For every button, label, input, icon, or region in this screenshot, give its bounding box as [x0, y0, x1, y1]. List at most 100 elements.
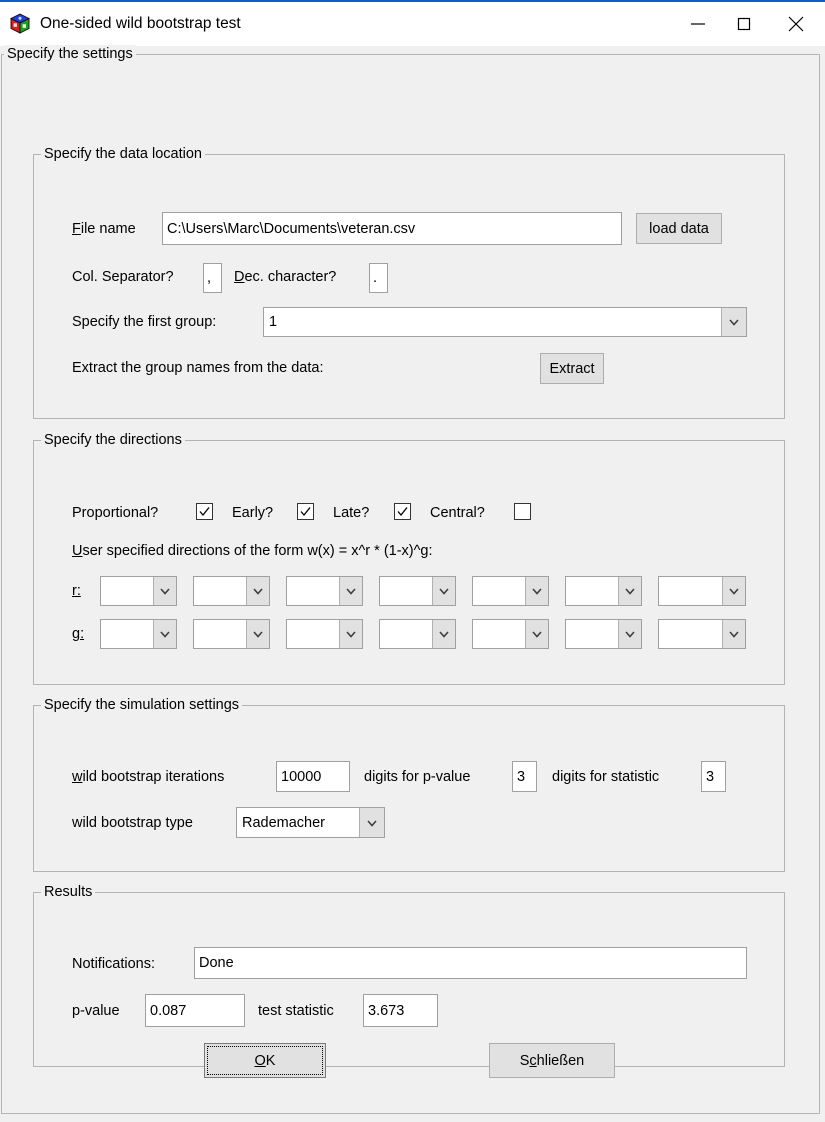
test-statistic-input[interactable]: 3.673 [363, 994, 438, 1027]
maximize-icon [737, 17, 751, 31]
proportional-checkbox[interactable] [196, 503, 213, 520]
load-data-button[interactable]: load data [636, 213, 722, 244]
test-statistic-value: 3.673 [368, 1002, 405, 1019]
rgb-cube-icon [9, 13, 31, 34]
g-value-6 [566, 620, 618, 648]
col-separator-value: , [207, 270, 212, 286]
dec-character-value: . [373, 270, 378, 286]
bootstrap-type-value: Rademacher [237, 808, 359, 837]
chevron-down-icon[interactable] [722, 620, 745, 648]
results-legend: Results [41, 883, 96, 901]
chevron-down-icon[interactable] [339, 620, 362, 648]
digits-pvalue-input[interactable]: 3 [512, 761, 537, 792]
chevron-down-icon[interactable] [153, 577, 176, 605]
extract-label: Extract the group names from the data: [72, 360, 324, 376]
row-r-label: r: [72, 583, 81, 599]
g-combobox-2[interactable] [193, 619, 270, 649]
test-statistic-label: test statistic [258, 1003, 334, 1019]
close-dialog-button[interactable]: Schließen [489, 1043, 615, 1078]
r-combobox-1[interactable] [100, 576, 177, 606]
g-combobox-6[interactable] [565, 619, 642, 649]
first-group-label: Specify the first group: [72, 314, 217, 330]
r-combobox-4[interactable] [379, 576, 456, 606]
bootstrap-type-combobox[interactable]: Rademacher [236, 807, 385, 838]
results-group: Results [33, 883, 785, 1067]
chevron-down-icon[interactable] [359, 808, 384, 837]
proportional-label: Proportional? [72, 505, 159, 521]
chevron-down-icon[interactable] [432, 620, 455, 648]
notifications-value: Done [199, 955, 234, 971]
extract-button[interactable]: Extract [540, 353, 604, 384]
g-value-1 [101, 620, 153, 648]
chevron-down-icon[interactable] [339, 577, 362, 605]
central-checkbox[interactable] [514, 503, 531, 520]
r-combobox-7[interactable] [658, 576, 746, 606]
digits-pvalue-label: digits for p-value [364, 769, 471, 785]
maximize-button[interactable] [721, 2, 767, 46]
col-separator-input[interactable]: , [203, 263, 222, 293]
iterations-input[interactable]: 10000 [276, 761, 350, 792]
file-name-value: C:\Users\Marc\Documents\veteran.csv [167, 220, 416, 237]
chevron-down-icon[interactable] [246, 577, 269, 605]
close-dialog-button-label: Schließen [519, 1052, 585, 1069]
early-label: Early? [232, 505, 274, 521]
chevron-down-icon[interactable] [432, 577, 455, 605]
row-g-label: g: [72, 626, 85, 642]
g-value-3 [287, 620, 339, 648]
digits-statistic-value: 3 [706, 768, 715, 785]
col-separator-label: Col. Separator? [72, 269, 174, 285]
title-bar[interactable]: One-sided wild bootstrap test [0, 0, 825, 46]
window-title: One-sided wild bootstrap test [40, 15, 241, 32]
file-name-input[interactable]: C:\Users\Marc\Documents\veteran.csv [162, 212, 622, 245]
chevron-down-icon[interactable] [525, 577, 548, 605]
g-combobox-7[interactable] [658, 619, 746, 649]
simulation-settings-legend: Specify the simulation settings [41, 696, 243, 714]
ok-button[interactable]: OK [204, 1043, 326, 1078]
p-value-input[interactable]: 0.087 [145, 994, 245, 1027]
chevron-down-icon[interactable] [722, 577, 745, 605]
close-button[interactable] [767, 2, 825, 46]
late-checkbox[interactable] [394, 503, 411, 520]
digits-pvalue-value: 3 [517, 768, 526, 785]
file-name-label: File name [72, 221, 136, 237]
g-combobox-4[interactable] [379, 619, 456, 649]
directions-legend: Specify the directions [41, 431, 185, 449]
ok-button-label: OK [254, 1052, 276, 1069]
chevron-down-icon[interactable] [525, 620, 548, 648]
dec-character-label: Dec. character? [234, 269, 337, 285]
dialog-client-area: Specify the settings Specify the data lo… [0, 45, 825, 1122]
check-icon [199, 507, 210, 517]
g-combobox-3[interactable] [286, 619, 363, 649]
r-value-7 [659, 577, 722, 605]
first-group-value: 1 [264, 308, 721, 336]
title-bar-left: One-sided wild bootstrap test [0, 13, 675, 35]
r-value-1 [101, 577, 153, 605]
g-combobox-5[interactable] [472, 619, 549, 649]
r-combobox-6[interactable] [565, 576, 642, 606]
notifications-input[interactable]: Done [194, 947, 747, 979]
chevron-down-icon[interactable] [153, 620, 176, 648]
close-icon [788, 16, 804, 32]
g-combobox-1[interactable] [100, 619, 177, 649]
settings-group-legend: Specify the settings [4, 45, 136, 63]
digits-statistic-label: digits for statistic [552, 769, 660, 785]
notifications-label: Notifications: [72, 956, 156, 972]
early-checkbox[interactable] [297, 503, 314, 520]
bootstrap-type-label: wild bootstrap type [72, 815, 193, 831]
digits-statistic-input[interactable]: 3 [701, 761, 726, 792]
chevron-down-icon[interactable] [618, 577, 641, 605]
chevron-down-icon[interactable] [618, 620, 641, 648]
r-value-4 [380, 577, 432, 605]
r-value-2 [194, 577, 246, 605]
minimize-button[interactable] [675, 2, 721, 46]
chevron-down-icon[interactable] [246, 620, 269, 648]
r-combobox-3[interactable] [286, 576, 363, 606]
iterations-value: 10000 [281, 768, 322, 785]
g-value-4 [380, 620, 432, 648]
dec-character-input[interactable]: . [369, 263, 388, 293]
r-combobox-5[interactable] [472, 576, 549, 606]
g-value-5 [473, 620, 525, 648]
first-group-combobox[interactable]: 1 [263, 307, 747, 337]
r-combobox-2[interactable] [193, 576, 270, 606]
chevron-down-icon[interactable] [721, 308, 746, 336]
